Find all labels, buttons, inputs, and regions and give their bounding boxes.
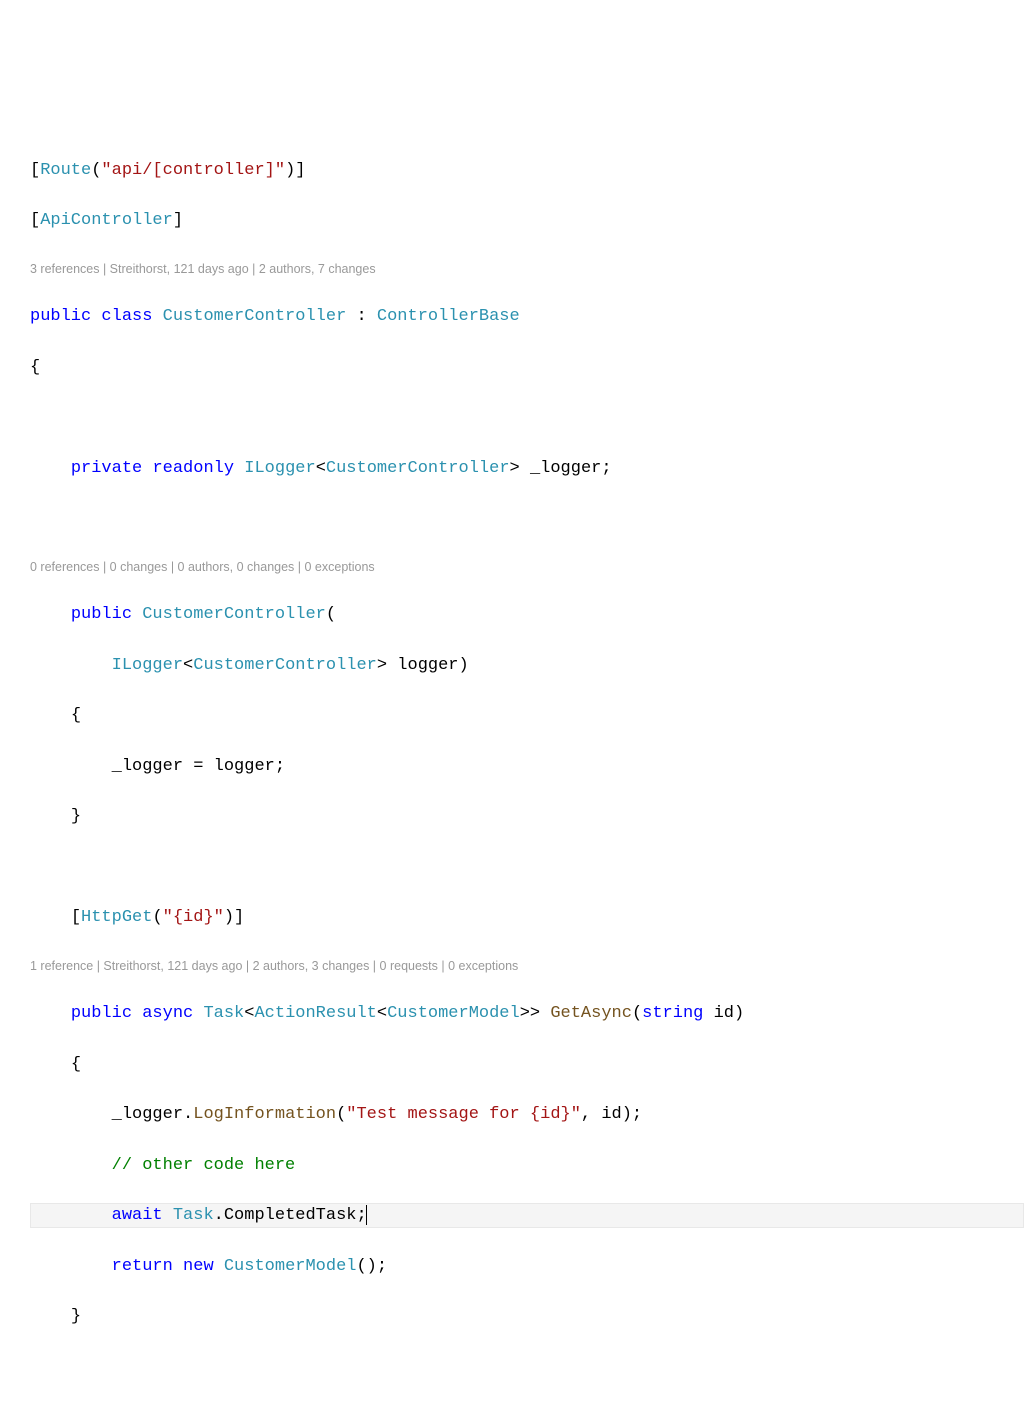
- codelens-method[interactable]: 1 reference | Streithorst, 121 days ago …: [30, 956, 1024, 976]
- code-line[interactable]: public async Task<ActionResult<CustomerM…: [30, 1001, 1024, 1026]
- code-line[interactable]: _logger.LogInformation("Test message for…: [30, 1102, 1024, 1127]
- code-line[interactable]: public class CustomerController : Contro…: [30, 304, 1024, 329]
- text-caret: [366, 1205, 367, 1225]
- code-line[interactable]: private readonly ILogger<CustomerControl…: [30, 456, 1024, 481]
- code-line[interactable]: [HttpGet("{id}")]: [30, 905, 1024, 930]
- code-line[interactable]: [30, 855, 1024, 880]
- code-line[interactable]: // other code here: [30, 1153, 1024, 1178]
- code-line[interactable]: {: [30, 1052, 1024, 1077]
- code-line[interactable]: ILogger<CustomerController> logger): [30, 653, 1024, 678]
- code-line[interactable]: {: [30, 355, 1024, 380]
- codelens-ctor[interactable]: 0 references | 0 changes | 0 authors, 0 …: [30, 557, 1024, 577]
- code-content[interactable]: [Route("api/[controller]")] [ApiControll…: [0, 102, 1024, 1400]
- code-line[interactable]: [30, 405, 1024, 430]
- code-line[interactable]: [30, 506, 1024, 531]
- code-editor[interactable]: [Route("api/[controller]")] [ApiControll…: [0, 102, 1024, 1400]
- code-line[interactable]: public CustomerController(: [30, 602, 1024, 627]
- code-line[interactable]: [Route("api/[controller]")]: [30, 158, 1024, 183]
- code-line[interactable]: }: [30, 804, 1024, 829]
- code-line[interactable]: [ApiController]: [30, 208, 1024, 233]
- code-line[interactable]: _logger = logger;: [30, 754, 1024, 779]
- codelens-class[interactable]: 3 references | Streithorst, 121 days ago…: [30, 259, 1024, 279]
- code-line[interactable]: return new CustomerModel();: [30, 1254, 1024, 1279]
- code-line-active[interactable]: await Task.CompletedTask;: [30, 1203, 1024, 1228]
- code-line[interactable]: }: [30, 1304, 1024, 1329]
